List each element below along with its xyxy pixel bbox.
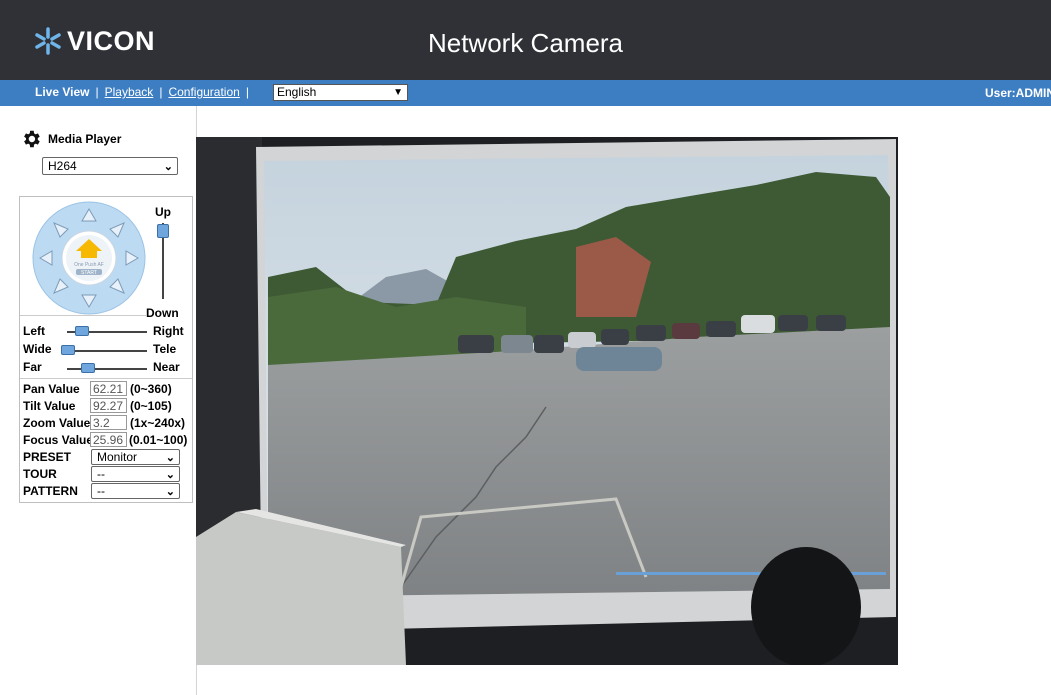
focus-knob[interactable] [81, 363, 95, 373]
nav-separator: | [159, 85, 163, 99]
wide-label: Wide [23, 342, 52, 356]
chevron-down-icon: ⌄ [165, 452, 175, 464]
tilt-speed-knob[interactable] [157, 224, 169, 238]
near-label: Near [153, 360, 180, 374]
user-label: User:ADMIN [985, 86, 1051, 100]
ptz-panel: One Push AF START Up Down Left Right Wid… [19, 196, 193, 503]
tele-label: Tele [153, 342, 177, 356]
right-label: Right [153, 324, 184, 338]
codec-value: H264 [48, 159, 77, 173]
tour-label: TOUR [23, 467, 57, 481]
media-player-label: Media Player [48, 132, 122, 146]
pan-range: (0~360) [130, 382, 172, 396]
live-video-view[interactable] [196, 137, 898, 665]
tour-value: -- [97, 467, 105, 481]
far-label: Far [23, 360, 42, 374]
tour-select[interactable]: -- ⌄ [91, 466, 180, 482]
focus-range: (0.01~100) [129, 433, 188, 447]
pan-speed-knob[interactable] [75, 326, 89, 336]
chevron-down-icon: ▼ [393, 87, 403, 98]
nav-playback[interactable]: Playback [105, 85, 154, 99]
pan-value-field[interactable]: 62.21 [90, 381, 127, 396]
zoom-value-label: Zoom Value [23, 416, 91, 430]
tilt-value-field[interactable]: 92.27 [90, 398, 127, 413]
pattern-value: -- [97, 484, 105, 498]
focus-value-label: Focus Value [23, 433, 94, 447]
pan-value-label: Pan Value [23, 382, 80, 396]
tilt-value-label: Tilt Value [23, 399, 76, 413]
tilt-range: (0~105) [130, 399, 172, 413]
pattern-select[interactable]: -- ⌄ [91, 483, 180, 499]
zoom-value-field[interactable]: 3.2 [90, 415, 127, 430]
left-label: Left [23, 324, 45, 338]
nav-configuration[interactable]: Configuration [168, 85, 239, 99]
chevron-down-icon: ⌄ [163, 161, 173, 173]
one-push-af-label: One Push AF [74, 262, 104, 268]
language-select[interactable]: English ▼ [273, 84, 408, 101]
up-label: Up [155, 205, 171, 219]
zoom-knob[interactable] [61, 345, 75, 355]
down-label: Down [146, 306, 179, 320]
zoom-track[interactable] [67, 350, 147, 352]
pattern-label: PATTERN [23, 484, 78, 498]
preset-select[interactable]: Monitor ⌄ [91, 449, 180, 465]
divider [20, 315, 146, 316]
ptz-direction-pad[interactable]: One Push AF START [32, 201, 146, 315]
chevron-down-icon: ⌄ [165, 486, 175, 498]
app-title: Network Camera [427, 28, 624, 58]
divider [20, 378, 192, 379]
sidebar: Media Player H264 ⌄ One Push AF START Up… [0, 106, 197, 695]
media-player-header: Media Player [20, 128, 121, 150]
start-label: START [81, 270, 97, 276]
nav-separator: | [245, 85, 249, 99]
camera-feed-image [196, 137, 898, 665]
gear-icon[interactable] [20, 128, 42, 150]
focus-track[interactable] [67, 368, 147, 370]
header-bar: VICON Network Camera [0, 0, 1051, 80]
codec-select[interactable]: H264 ⌄ [42, 157, 178, 175]
nav-live-view[interactable]: Live View [35, 85, 89, 99]
preset-label: PRESET [23, 450, 72, 464]
focus-value-field[interactable]: 25.96 [90, 432, 127, 447]
nav-separator: | [95, 85, 99, 99]
language-value: English [277, 85, 317, 99]
preset-value: Monitor [97, 450, 138, 464]
chevron-down-icon: ⌄ [165, 469, 175, 481]
nav-bar: Live View | Playback | Configuration | E… [0, 80, 1051, 106]
nav-links: Live View | Playback | Configuration | [35, 85, 255, 99]
zoom-range: (1x~240x) [130, 416, 186, 430]
